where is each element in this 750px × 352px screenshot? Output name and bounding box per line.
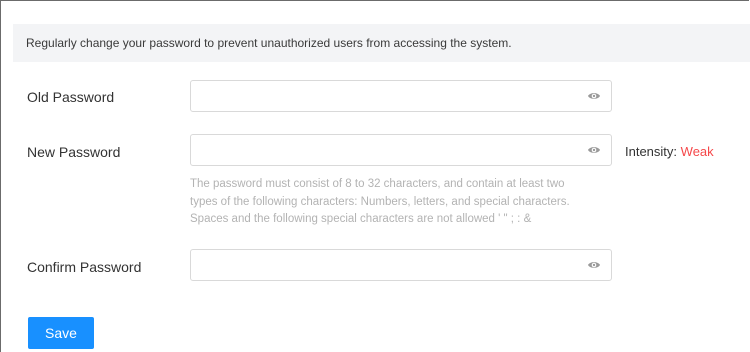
new-password-field bbox=[190, 134, 612, 166]
password-rules-hint: The password must consist of 8 to 32 cha… bbox=[190, 176, 620, 229]
new-password-label: New Password bbox=[27, 144, 121, 160]
confirm-password-label: Confirm Password bbox=[27, 259, 142, 275]
intensity-label: Intensity: bbox=[625, 144, 678, 159]
old-password-field bbox=[190, 80, 612, 112]
intensity-value: Weak bbox=[680, 144, 714, 159]
old-password-input[interactable] bbox=[191, 81, 571, 111]
password-notice: Regularly change your password to preven… bbox=[13, 24, 750, 62]
new-password-input[interactable] bbox=[191, 135, 571, 165]
notice-text: Regularly change your password to preven… bbox=[26, 36, 512, 50]
password-intensity: Intensity: Weak bbox=[625, 144, 714, 159]
eye-icon[interactable] bbox=[587, 259, 601, 271]
confirm-password-field bbox=[190, 249, 612, 281]
hint-line: Spaces and the following special charact… bbox=[190, 213, 532, 225]
confirm-password-input[interactable] bbox=[191, 250, 571, 280]
save-button[interactable]: Save bbox=[28, 317, 94, 349]
hint-line: The password must consist of 8 to 32 cha… bbox=[190, 178, 565, 190]
eye-icon[interactable] bbox=[587, 90, 601, 102]
hint-line: types of the following characters: Numbe… bbox=[190, 195, 570, 208]
old-password-label: Old Password bbox=[27, 89, 115, 105]
eye-icon[interactable] bbox=[587, 144, 601, 156]
